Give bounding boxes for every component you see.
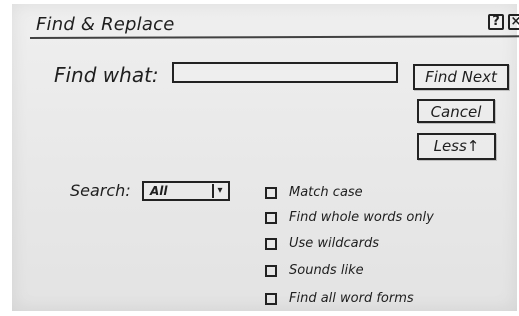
sounds-like-label: Sounds like <box>289 263 364 278</box>
match-case-label: Match case <box>289 185 363 200</box>
dialog-window: Find & Replace ? × Find what: Find Next … <box>12 4 519 311</box>
option-sounds-like[interactable]: Sounds like <box>265 262 364 280</box>
help-button[interactable]: ? <box>488 14 504 30</box>
close-button[interactable]: × <box>508 14 519 30</box>
less-button[interactable]: Less↑ <box>417 133 496 160</box>
find-all-word-forms-label: Find all word forms <box>289 291 414 306</box>
find-next-button[interactable]: Find Next <box>413 64 509 90</box>
option-use-wildcards[interactable]: Use wildcards <box>265 235 379 253</box>
find-whole-words-only-label: Find whole words only <box>289 210 434 225</box>
search-dropdown-value: All <box>150 184 168 198</box>
dialog-title: Find & Replace <box>36 14 175 35</box>
cancel-button[interactable]: Cancel <box>417 99 495 123</box>
search-label: Search: <box>70 181 131 200</box>
find-what-input[interactable] <box>172 62 398 83</box>
option-find-whole-words-only[interactable]: Find whole words only <box>265 209 434 227</box>
option-match-case[interactable]: Match case <box>265 184 363 202</box>
use-wildcards-checkbox[interactable] <box>265 238 277 250</box>
option-find-all-word-forms[interactable]: Find all word forms <box>265 290 414 308</box>
search-dropdown[interactable]: All ▾ <box>142 181 230 201</box>
find-all-word-forms-checkbox[interactable] <box>265 293 277 305</box>
chevron-down-icon[interactable]: ▾ <box>212 184 226 198</box>
find-whole-words-only-checkbox[interactable] <box>265 212 277 224</box>
sounds-like-checkbox[interactable] <box>265 265 277 277</box>
title-divider <box>29 35 519 39</box>
find-what-label: Find what: <box>54 63 159 87</box>
use-wildcards-label: Use wildcards <box>289 236 380 251</box>
question-icon: ? <box>492 14 500 29</box>
close-icon: × <box>510 14 519 29</box>
match-case-checkbox[interactable] <box>265 187 277 199</box>
